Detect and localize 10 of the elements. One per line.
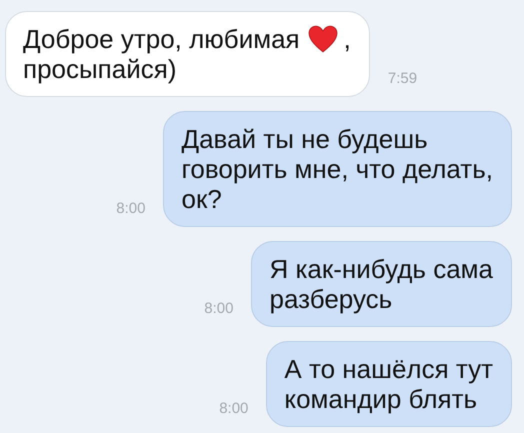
message-time: 8:00 bbox=[219, 400, 248, 417]
message-time: 8:00 bbox=[116, 200, 146, 217]
message-text: , bbox=[344, 24, 351, 54]
message-text: Доброе утро, любимая bbox=[23, 24, 300, 54]
message-text: Давай ты не будешь говорить мне, что делать, ок? bbox=[181, 124, 493, 214]
message-time: 7:59 bbox=[388, 70, 418, 87]
message-text: просыпайся) bbox=[23, 54, 176, 84]
message-text: А то нашёлся тут командир блять bbox=[284, 354, 493, 414]
message-time: 8:00 bbox=[204, 300, 234, 317]
message-text: Я как-нибудь сама разберусь bbox=[269, 254, 493, 314]
